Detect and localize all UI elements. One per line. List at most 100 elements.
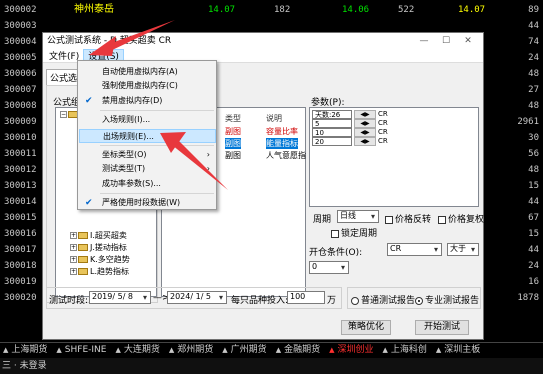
market-tab[interactable]: ▲ 上海科创 xyxy=(380,343,433,358)
market-tab-label: 大连期货 xyxy=(123,345,160,355)
tree-item[interactable]: + J.搓动指标 xyxy=(70,242,127,253)
market-tab[interactable]: ▲ 广州期货 xyxy=(219,343,272,358)
tree-item-label: J.搓动指标 xyxy=(90,243,127,252)
stock-cell: 300012 xyxy=(4,165,37,175)
menu-item[interactable]: 成功率参数(S)... xyxy=(79,177,216,191)
tree-item-label: I.超买超卖 xyxy=(90,231,127,240)
close-button[interactable]: ✕ xyxy=(457,33,479,49)
stock-cell: 神州泰岳 xyxy=(74,4,114,15)
stock-row[interactable]: 300002 神州泰岳 14.07 182 14.06 522 14.07 89 xyxy=(0,2,543,18)
checkmark-icon: ✔ xyxy=(85,96,93,106)
market-tab-bar: ▲ 上海期货 ▲ SHFE-INE ▲ 大连期货 ▲ 郑州期货 ▲ 广州期货 ▲ 金融期货 ▲ 深圳创业 ▲… xyxy=(0,342,543,358)
open-condition-label: 开仓条件(O): xyxy=(309,248,363,258)
stock-cell: 15 xyxy=(528,229,539,239)
spin-arrows-icon[interactable]: ◀▶ xyxy=(354,128,376,137)
spin-arrows-icon[interactable]: ◀▶ xyxy=(354,137,376,146)
col-header-type[interactable]: 类型 xyxy=(225,113,241,124)
menu-item[interactable]: 强制使用虚拟内存(C) xyxy=(79,79,216,93)
stock-cell: 27 xyxy=(528,85,539,95)
param-input[interactable]: 5 xyxy=(312,119,352,128)
tree-item[interactable]: + K.多空趋势 xyxy=(70,254,130,265)
market-tab-label: 金融期货 xyxy=(284,345,321,355)
stock-cell: 56 xyxy=(528,149,539,159)
strategy-optimize-button[interactable]: 策略优化 xyxy=(341,320,391,335)
tree-item[interactable]: + L.趋势指标 xyxy=(70,266,129,277)
table-cell-desc[interactable]: 人气意愿指 xyxy=(266,150,306,161)
market-tab-label: 深圳创业 xyxy=(337,345,374,355)
maximize-button[interactable]: ☐ xyxy=(435,33,457,49)
market-tab[interactable]: ▲ 深圳主板 xyxy=(433,343,486,358)
stock-cell: 67 xyxy=(528,213,539,223)
spin-arrows-icon[interactable]: ◀▶ xyxy=(354,110,376,119)
invest-input[interactable]: 100 xyxy=(287,291,325,304)
market-tab[interactable]: ▲ SHFE-INE xyxy=(53,343,112,358)
param-input[interactable]: 天数:26 xyxy=(312,110,352,119)
triangle-icon: ▲ xyxy=(3,346,9,354)
folder-icon xyxy=(78,232,88,239)
chevron-down-icon: ▾ xyxy=(434,245,439,254)
menu-item[interactable]: 入场规则(I)... xyxy=(79,113,216,127)
menu-item-label: 成功率参数(S)... xyxy=(102,179,161,188)
market-tab-label: 深圳主板 xyxy=(444,345,481,355)
dialog-titlebar: 公式测试系统 - D.超买超卖 CR — ☐ ✕ xyxy=(43,33,483,49)
end-date-picker[interactable]: 2024/ 1/ 5 xyxy=(167,291,227,304)
menu-item-label: 坐标类型(O) xyxy=(102,150,147,159)
radio-normal-report[interactable]: 普通测试报告 xyxy=(351,293,415,306)
stock-cell: 15 xyxy=(528,181,539,191)
market-tab-label: 上海期货 xyxy=(11,345,48,355)
submenu-arrow-icon: › xyxy=(206,164,210,173)
start-test-button[interactable]: 开始测试 xyxy=(415,320,469,335)
folder-icon xyxy=(78,244,88,251)
expand-icon[interactable]: + xyxy=(70,244,77,251)
param-input[interactable]: 10 xyxy=(312,128,352,137)
table-cell-type[interactable]: 副图 xyxy=(225,150,241,161)
radio-pro-report[interactable]: 专业测试报告 xyxy=(415,293,479,306)
market-tab[interactable]: ▲ 大连期货 xyxy=(112,343,165,358)
menu-item[interactable]: 测试类型(T) › xyxy=(79,162,216,176)
table-cell-desc[interactable]: 能量指标 xyxy=(266,138,298,149)
menu-item[interactable]: 坐标类型(O) › xyxy=(79,148,216,162)
spin-arrows-icon[interactable]: ◀▶ xyxy=(354,119,376,128)
expand-icon[interactable]: + xyxy=(70,268,77,275)
price-reverse-checkbox[interactable]: 价格反转 xyxy=(385,212,431,225)
market-tab[interactable]: ▲ 上海期货 xyxy=(0,343,53,358)
col-header-desc[interactable]: 说明 xyxy=(266,113,282,124)
expand-icon[interactable]: + xyxy=(70,256,77,263)
triangle-icon: ▲ xyxy=(115,346,121,354)
stock-cell: 300008 xyxy=(4,101,37,111)
menu-separator xyxy=(100,193,214,194)
stock-cell: 48 xyxy=(528,165,539,175)
table-cell-desc[interactable]: 容量比率 xyxy=(266,126,298,137)
chevron-down-icon: ▾ xyxy=(471,245,476,254)
price-restore-checkbox[interactable]: 价格复权 xyxy=(438,212,484,225)
start-date-picker[interactable]: 2019/ 5/ 8 xyxy=(89,291,151,304)
stock-cell: 44 xyxy=(528,197,539,207)
table-cell-type[interactable]: 副图 xyxy=(225,126,241,137)
status-bar: 三 · 未登录 xyxy=(0,358,543,374)
stock-cell: 300019 xyxy=(4,277,37,287)
expand-icon[interactable]: + xyxy=(70,232,77,239)
stock-cell: 89 xyxy=(528,5,539,15)
market-tab[interactable]: ▲ 金融期货 xyxy=(273,343,326,358)
stock-cell: 24 xyxy=(528,53,539,63)
market-tab[interactable]: ▲ 深圳创业 xyxy=(326,343,379,358)
market-tab[interactable]: ▲ 郑州期货 xyxy=(166,343,219,358)
menu-item[interactable]: 自动使用虚拟内存(A) xyxy=(79,65,216,79)
lock-period-checkbox[interactable]: 锁定周期 xyxy=(331,226,377,239)
tree-item[interactable]: + I.超买超卖 xyxy=(70,230,127,241)
menu-item[interactable]: 出场规则(E)... xyxy=(79,129,216,143)
stock-cell: 48 xyxy=(528,69,539,79)
market-tab-label: 广州期货 xyxy=(230,345,267,355)
stock-cell: 300020 xyxy=(4,293,37,303)
menu-item[interactable]: ✔ 禁用虚拟内存(D) xyxy=(79,94,216,108)
stock-cell: 300017 xyxy=(4,245,37,255)
menu-item[interactable]: ✔ 严格使用时段数据(W) xyxy=(79,196,216,210)
table-cell-type[interactable]: 副图 xyxy=(225,138,241,149)
param-input[interactable]: 20 xyxy=(312,137,352,146)
stock-cell: 300010 xyxy=(4,133,37,143)
stock-cell: 44 xyxy=(528,21,539,31)
stock-cell: 300018 xyxy=(4,261,37,271)
stock-cell: 300006 xyxy=(4,69,37,79)
minimize-button[interactable]: — xyxy=(413,33,435,49)
stock-cell: 300013 xyxy=(4,181,37,191)
